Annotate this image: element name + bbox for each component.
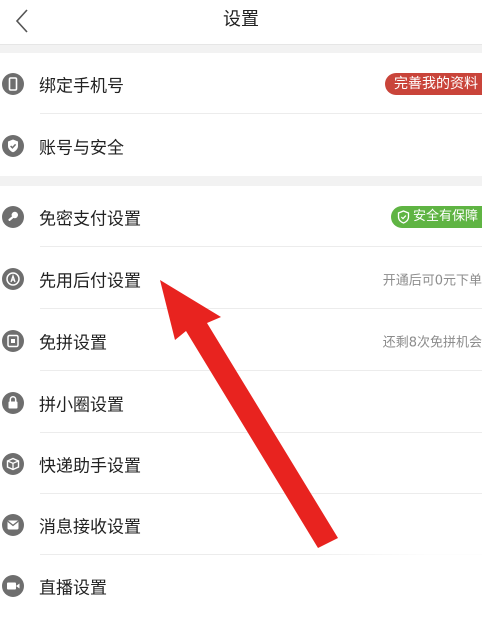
- section-divider: [0, 176, 482, 186]
- row-label: 消息接收设置: [39, 517, 141, 537]
- row-label: 快递助手设置: [39, 456, 141, 476]
- live-icon: [0, 573, 26, 599]
- row-label: 先用后付设置: [39, 271, 141, 291]
- security-badge: 安全有保障: [390, 205, 482, 228]
- row-value: 开通后可0元下单: [382, 273, 482, 288]
- courier-icon: [0, 451, 26, 477]
- pay-later-icon: [0, 266, 26, 292]
- settings-row-group-free[interactable]: 免拼设置 还剩8次免拼机会: [0, 310, 482, 371]
- shield-icon: [397, 209, 410, 224]
- phone-icon: [0, 71, 26, 97]
- key-icon: [0, 204, 26, 230]
- row-label: 绑定手机号: [39, 76, 124, 96]
- row-value: 还剩8次免拼机会: [382, 335, 482, 350]
- row-label: 拼小圈设置: [39, 395, 124, 415]
- lock-icon: [0, 390, 26, 416]
- row-divider: [40, 370, 482, 371]
- settings-row-courier-assistant[interactable]: 快递助手设置: [0, 433, 482, 494]
- row-divider: [40, 246, 482, 247]
- settings-row-password-free-pay[interactable]: 免密支付设置 安全有保障: [0, 186, 482, 247]
- settings-row-circle[interactable]: 拼小圈设置: [0, 372, 482, 433]
- row-divider: [40, 113, 482, 114]
- row-label: 免密支付设置: [39, 209, 141, 229]
- row-label: 免拼设置: [39, 333, 107, 353]
- settings-row-bind-phone[interactable]: 绑定手机号 完善我的资料: [0, 53, 482, 114]
- shield-check-icon: [0, 133, 26, 159]
- section-divider: [0, 45, 482, 53]
- message-icon: [0, 512, 26, 538]
- row-label: 直播设置: [39, 578, 107, 599]
- settings-row-pay-later[interactable]: 先用后付设置 开通后可0元下单: [0, 248, 482, 309]
- page-title: 设置: [223, 9, 259, 30]
- row-label: 账号与安全: [39, 138, 124, 158]
- profile-badge[interactable]: 完善我的资料: [385, 72, 482, 95]
- nav-bar: 设置: [0, 0, 482, 45]
- security-badge-label: 安全有保障: [412, 208, 478, 224]
- bottom-right-fade: [310, 530, 482, 598]
- free-group-icon: [0, 328, 26, 354]
- settings-row-account-security[interactable]: 账号与安全: [0, 115, 482, 176]
- row-divider: [40, 308, 482, 309]
